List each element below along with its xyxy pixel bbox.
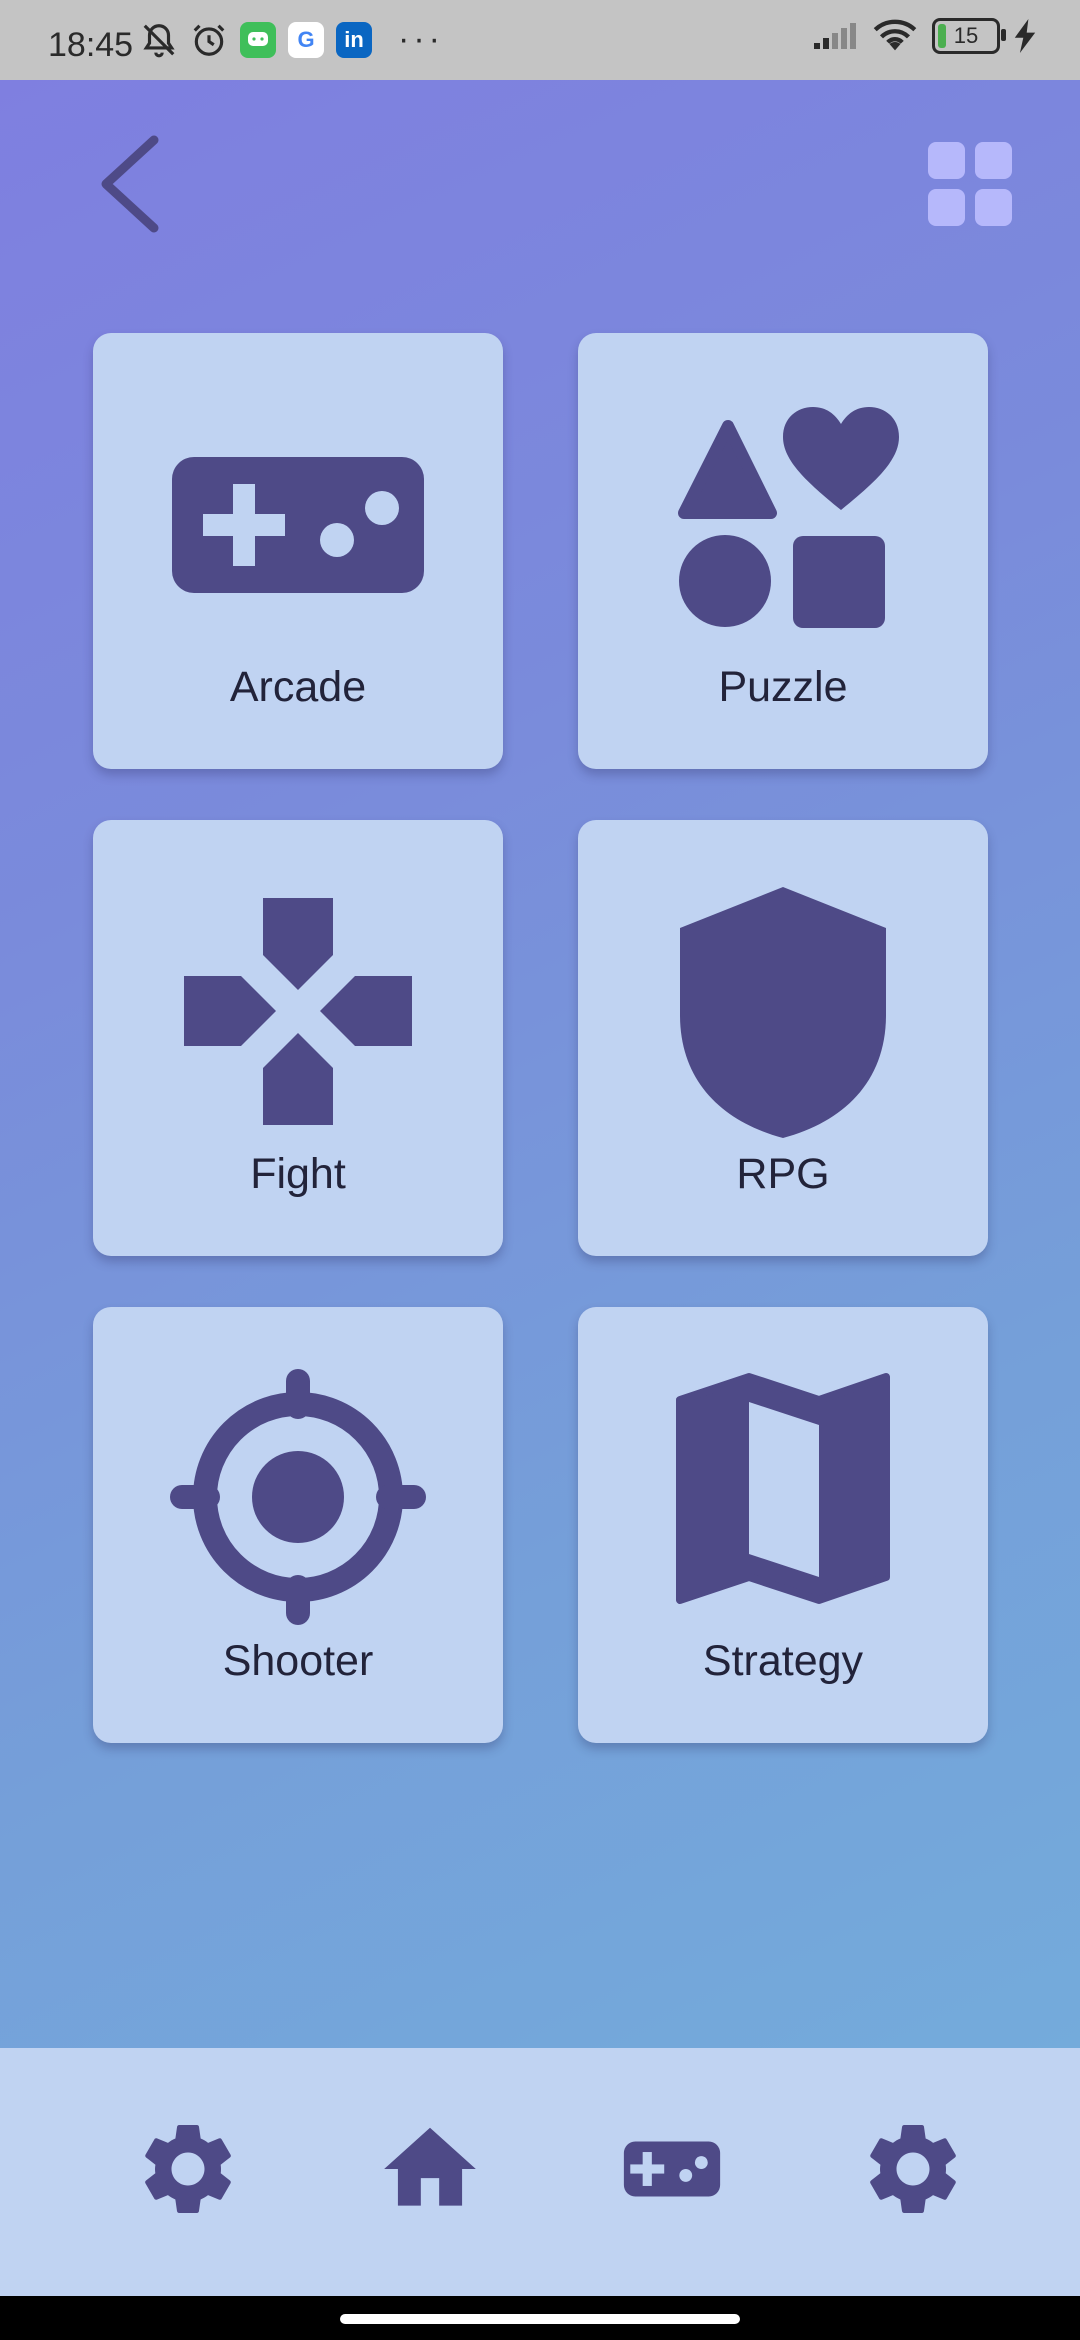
category-card-arcade[interactable]: Arcade (93, 333, 503, 769)
map-icon (676, 1373, 890, 1604)
main-content: Arcade Puzzle Fight RPG Shooter Strategy (0, 80, 1080, 2048)
dpad-icon (184, 898, 412, 1125)
linkedin-icon: in (336, 21, 372, 58)
alarm-icon (193, 24, 225, 56)
grid-view-icon-cell (975, 189, 1012, 226)
grid-view-icon-cell (975, 142, 1012, 179)
shapes-icon (678, 407, 899, 628)
status-bar: 18:45 G in ··· 15 (0, 0, 1080, 80)
category-label: RPG (736, 1150, 830, 1198)
charging-icon (1014, 19, 1036, 53)
signal-icon (814, 23, 856, 49)
bell-off-icon (143, 23, 175, 57)
back-button[interactable] (96, 134, 166, 234)
category-card-shooter[interactable]: Shooter (93, 1307, 503, 1743)
more-dots-icon: ··· (398, 20, 444, 58)
home-icon[interactable] (375, 2114, 485, 2224)
system-nav-bar (0, 2296, 1080, 2340)
home-indicator[interactable] (340, 2314, 740, 2324)
gamepad-icon (172, 457, 424, 593)
battery-icon: 15 (932, 18, 1006, 54)
category-label: Strategy (702, 1637, 864, 1685)
google-icon: G (288, 21, 324, 58)
bottom-navigation (0, 2048, 1080, 2296)
wifi-icon (873, 19, 917, 51)
battery-percent: 15 (953, 23, 979, 48)
category-card-rpg[interactable]: RPG (578, 820, 988, 1256)
settings-icon[interactable] (858, 2114, 968, 2224)
settings-icon[interactable] (133, 2114, 243, 2224)
category-label: Arcade (229, 663, 367, 711)
category-label: Puzzle (718, 663, 848, 711)
battery-fill (938, 24, 946, 48)
grid-view-icon (928, 142, 965, 179)
category-label: Fight (250, 1150, 346, 1198)
category-card-puzzle[interactable]: Puzzle (578, 333, 988, 769)
grid-view-icon-cell (928, 189, 965, 226)
crosshair-icon (170, 1369, 426, 1625)
shield-icon (680, 887, 886, 1138)
status-time: 18:45 (48, 26, 134, 64)
category-label: Shooter (222, 1637, 374, 1685)
category-card-strategy[interactable]: Strategy (578, 1307, 988, 1743)
gamepad-icon[interactable] (617, 2114, 727, 2224)
messenger-icon (240, 21, 276, 58)
category-card-fight[interactable]: Fight (93, 820, 503, 1256)
grid-view-button[interactable] (928, 142, 1012, 226)
